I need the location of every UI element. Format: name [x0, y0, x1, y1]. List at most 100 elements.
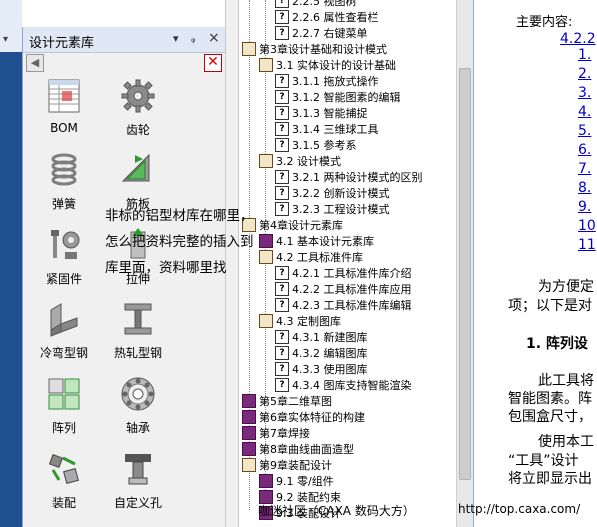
tree-item[interactable]: ? 4.2.1 工具标准件库介绍 [275, 265, 412, 281]
tree-item-label: 4.3.3 使用图库 [292, 363, 368, 376]
doc-paragraph-line: “工具”设计 [508, 453, 579, 469]
open-book-icon [259, 314, 273, 328]
tree-item-label: 3.1 实体设计的设计基础 [276, 59, 396, 72]
tree-item[interactable]: ? 3.1.5 参考系 [275, 137, 357, 153]
doc-number-link[interactable]: 3. [578, 85, 591, 101]
tree-item[interactable]: 3.1 实体设计的设计基础 [259, 57, 396, 73]
tree-item[interactable]: 第9章装配设计 [242, 457, 332, 473]
community-url[interactable]: http://top.caxa.com/ [458, 502, 580, 516]
doc-paragraph-line: 使用本工 [538, 434, 594, 450]
bearing-icon [121, 377, 155, 411]
delete-button[interactable]: ✕ [204, 54, 222, 72]
doc-number-link[interactable]: 7. [578, 161, 591, 177]
tree-item[interactable]: ? 3.1.2 智能图素的编辑 [275, 89, 401, 105]
tree-item[interactable]: 4.1 基本设计元素库 [259, 233, 374, 249]
tree-item[interactable]: ? 3.2.2 创新设计模式 [275, 185, 390, 201]
tree-item[interactable]: 第8章曲线曲面造型 [242, 441, 354, 457]
tree-item[interactable]: 第3章设计基础和设计模式 [242, 41, 387, 57]
left-sidebar-strip: ▾ [0, 0, 22, 527]
hot-rolled-steel-icon [124, 303, 152, 335]
tree-item[interactable]: ? 4.2.3 工具标准件库编辑 [275, 297, 412, 313]
library-item-label: 弹簧 [51, 197, 76, 211]
library-item-array[interactable]: 阵列 [24, 375, 104, 436]
tree-item[interactable]: ? 4.3.2 编辑图库 [275, 345, 368, 361]
tree-item[interactable]: 3.2 设计模式 [259, 153, 341, 169]
tree-item[interactable]: 第6章实体特征的构建 [242, 409, 365, 425]
library-item-fastener[interactable]: 紧固件 [24, 226, 104, 287]
tree-item[interactable]: 4.3 定制图库 [259, 313, 341, 329]
library-item-custom-hole[interactable]: 自定义孔 [98, 450, 178, 511]
library-item-cold-formed-steel[interactable]: 冷弯型钢 [24, 300, 104, 361]
library-item-gear[interactable]: 齿轮 [98, 77, 178, 138]
tree-item[interactable]: ? 3.2.1 两种设计模式的区别 [275, 169, 423, 185]
help-topic-icon: ? [275, 74, 289, 88]
doc-number-link[interactable]: 2. [578, 66, 591, 82]
doc-paragraph-line: 项；以下是对 [508, 298, 592, 314]
tree-item[interactable]: ? 4.3.3 使用图库 [275, 361, 368, 377]
help-topic-icon: ? [275, 378, 289, 392]
open-book-icon [259, 250, 273, 264]
collapse-arrow-icon[interactable]: ▾ [3, 34, 8, 45]
doc-number-link[interactable]: 11 [578, 237, 596, 253]
library-panel-header: 设计元素库 ▾ ᵩ × [23, 27, 225, 53]
tree-item-label: 第5章二维草图 [259, 395, 332, 408]
tree-item[interactable]: ? 2.2.5 视图树 [275, 0, 357, 9]
doc-number-link[interactable]: 1. [578, 47, 591, 63]
tree-item-label: 3.1.4 三维球工具 [292, 123, 379, 136]
tree-scrollbar[interactable] [456, 0, 473, 527]
tree-scrollbar-thumb[interactable] [459, 68, 471, 480]
tree-item[interactable]: ? 4.2.2 工具标准件库应用 [275, 281, 412, 297]
tree-item[interactable]: ? 3.1.4 三维球工具 [275, 121, 379, 137]
doc-paragraph-line: 将立即显示出 [508, 471, 592, 487]
tree-item-label: 4.3.4 图库支持智能渲染 [292, 379, 412, 392]
tree-item[interactable]: ? 3.1.3 智能捕捉 [275, 105, 368, 121]
help-topic-icon: ? [275, 138, 289, 152]
tree-item[interactable]: 9.1 零/组件 [259, 473, 334, 489]
tree-item[interactable]: ? 2.2.6 属性查看栏 [275, 9, 379, 25]
tree-item[interactable]: ? 3.2.3 工程设计模式 [275, 201, 390, 217]
doc-number-link[interactable]: 10 [578, 218, 596, 234]
tree-item-label: 第9章装配设计 [259, 459, 332, 472]
tree-item[interactable]: ? 3.1.1 拖放式操作 [275, 73, 379, 89]
library-item-bom[interactable]: BOM [24, 77, 104, 135]
pin-icon[interactable]: ᵩ [191, 32, 196, 45]
doc-section-title: 1. 阵列设 [526, 336, 588, 352]
doc-number-link[interactable]: 4. [578, 104, 591, 120]
library-item-bearing[interactable]: 轴承 [98, 375, 178, 436]
tree-item-label: 4.3.2 编辑图库 [292, 347, 368, 360]
doc-section-link[interactable]: 4.2.2 [560, 31, 596, 47]
help-topic-icon: ? [275, 346, 289, 360]
tree-item-label: 4.1 基本设计元素库 [276, 235, 374, 248]
tree-item[interactable]: ? 4.3.1 新建图库 [275, 329, 368, 345]
open-book-icon [242, 458, 256, 472]
library-item-label: 自定义孔 [113, 496, 162, 510]
help-topic-icon: ? [275, 186, 289, 200]
tree-item-label: 3.1.2 智能图素的编辑 [292, 91, 401, 104]
doc-number-link[interactable]: 6. [578, 142, 591, 158]
array-icon [48, 378, 80, 410]
doc-number-link[interactable]: 5. [578, 123, 591, 139]
help-topic-icon: ? [275, 282, 289, 296]
tree-item-label: 3.2.1 两种设计模式的区别 [292, 171, 423, 184]
help-topic-icon: ? [275, 202, 289, 216]
tree-item-label: 第7章焊接 [259, 427, 310, 440]
tree-item[interactable]: ? 2.2.7 右键菜单 [275, 25, 368, 41]
back-button[interactable]: ◀ [26, 54, 44, 72]
doc-number-link[interactable]: 9. [578, 199, 591, 215]
doc-number-link[interactable]: 8. [578, 180, 591, 196]
close-panel-icon[interactable]: × [208, 30, 220, 46]
tree-item[interactable]: ? 4.3.4 图库支持智能渲染 [275, 377, 412, 393]
tree-item[interactable]: 4.2 工具标准件库 [259, 249, 363, 265]
library-item-hot-rolled-steel[interactable]: 热轧型钢 [98, 300, 178, 361]
tree-item[interactable]: 第5章二维草图 [242, 393, 332, 409]
help-topic-icon: ? [275, 0, 289, 8]
dropdown-icon[interactable]: ▾ [173, 32, 179, 45]
tree-item-label: 第8章曲线曲面造型 [259, 443, 354, 456]
tree-item[interactable]: 第7章焊接 [242, 425, 310, 441]
cold-formed-steel-icon [50, 303, 78, 337]
tree-item[interactable]: 第4章设计元素库 [242, 217, 343, 233]
library-item-assembly[interactable]: 装配 [24, 450, 104, 511]
tree-item-label: 2.2.7 右键菜单 [292, 27, 368, 40]
doc-paragraph-line: 智能图素。阵 [508, 391, 592, 407]
library-item-spring[interactable]: 弹簧 [24, 151, 104, 212]
